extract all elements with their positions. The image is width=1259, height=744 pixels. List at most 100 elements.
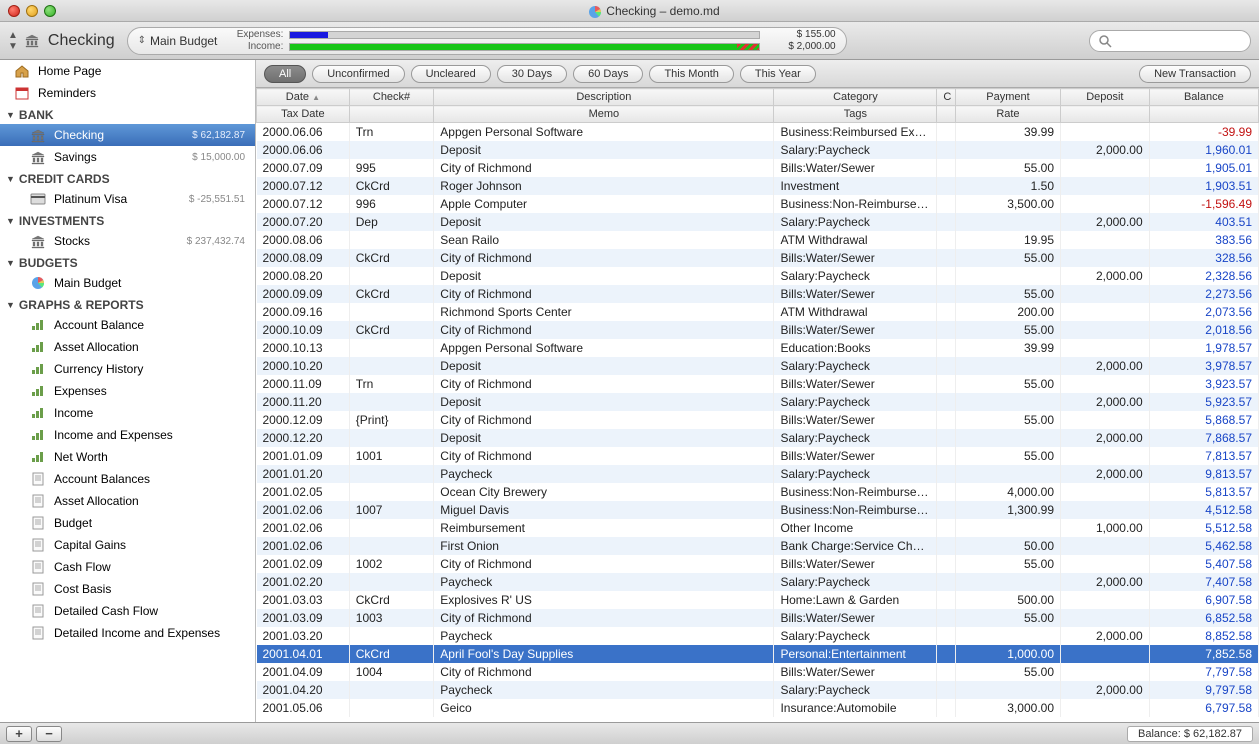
sidebar-item-platinum-visa[interactable]: Platinum Visa$ -25,551.51 [0, 188, 255, 210]
table-row[interactable]: 2000.07.12996Apple ComputerBusiness:Non-… [257, 195, 1259, 213]
sidebar-header-credit-cards[interactable]: ▼CREDIT CARDS [0, 168, 255, 188]
sidebar-item-capital-gains[interactable]: Capital Gains [0, 534, 255, 556]
col-date[interactable]: Date ▲ [257, 89, 350, 106]
sidebar-item-currency-history[interactable]: Currency History [0, 358, 255, 380]
subcol-tax-date[interactable]: Tax Date [257, 106, 350, 123]
sidebar-item-stocks[interactable]: Stocks$ 237,432.74 [0, 230, 255, 252]
col-payment[interactable]: Payment [955, 89, 1060, 106]
subcol-blank[interactable] [349, 106, 434, 123]
sidebar-item-income[interactable]: Income [0, 402, 255, 424]
table-row[interactable]: 2001.05.06GeicoInsurance:Automobile3,000… [257, 699, 1259, 717]
filter-this-year[interactable]: This Year [740, 65, 816, 83]
filter-all[interactable]: All [264, 65, 306, 83]
search-input[interactable] [1117, 35, 1242, 47]
table-row[interactable]: 2001.02.06First OnionBank Charge:Service… [257, 537, 1259, 555]
sidebar-item-savings[interactable]: Savings$ 15,000.00 [0, 146, 255, 168]
sidebar-item-reminders[interactable]: Reminders [0, 82, 255, 104]
sidebar-item-main-budget[interactable]: Main Budget [0, 272, 255, 294]
table-row[interactable]: 2001.03.03CkCrdExplosives R' USHome:Lawn… [257, 591, 1259, 609]
subcol-blank[interactable] [937, 106, 956, 123]
table-row[interactable]: 2000.09.09CkCrdCity of RichmondBills:Wat… [257, 285, 1259, 303]
col-check-[interactable]: Check# [349, 89, 434, 106]
zoom-button[interactable] [44, 5, 56, 17]
table-row[interactable]: 2000.10.09CkCrdCity of RichmondBills:Wat… [257, 321, 1259, 339]
table-row[interactable]: 2000.10.20DepositSalary:Paycheck2,000.00… [257, 357, 1259, 375]
sidebar-item-label: Income and Expenses [54, 428, 173, 442]
table-row[interactable]: 2001.02.06ReimbursementOther Income1,000… [257, 519, 1259, 537]
sidebar-header-budgets[interactable]: ▼BUDGETS [0, 252, 255, 272]
sidebar-item-detailed-cash-flow[interactable]: Detailed Cash Flow [0, 600, 255, 622]
table-row[interactable]: 2000.12.20DepositSalary:Paycheck2,000.00… [257, 429, 1259, 447]
search-field[interactable] [1089, 30, 1251, 52]
table-row[interactable]: 2000.08.20DepositSalary:Paycheck2,000.00… [257, 267, 1259, 285]
filter-60-days[interactable]: 60 Days [573, 65, 643, 83]
sidebar-header-graphs-reports[interactable]: ▼GRAPHS & REPORTS [0, 294, 255, 314]
table-row[interactable]: 2000.09.16Richmond Sports CenterATM With… [257, 303, 1259, 321]
sidebar-item-detailed-income-and-expenses[interactable]: Detailed Income and Expenses [0, 622, 255, 644]
subcol-memo[interactable]: Memo [434, 106, 774, 123]
filter-30-days[interactable]: 30 Days [497, 65, 567, 83]
table-row[interactable]: 2000.11.20DepositSalary:Paycheck2,000.00… [257, 393, 1259, 411]
sidebar-item-home-page[interactable]: Home Page [0, 60, 255, 82]
account-selector[interactable]: ▲▼ Checking [8, 30, 115, 52]
subcol-tags[interactable]: Tags [774, 106, 937, 123]
subcol-blank[interactable] [1061, 106, 1150, 123]
col-deposit[interactable]: Deposit [1061, 89, 1150, 106]
table-row[interactable]: 2000.08.06Sean RailoATM Withdrawal19.953… [257, 231, 1259, 249]
sidebar-item-expenses[interactable]: Expenses [0, 380, 255, 402]
cell: Trn [349, 375, 434, 393]
table-row[interactable]: 2001.02.061007Miguel DavisBusiness:Non-R… [257, 501, 1259, 519]
sidebar-item-budget[interactable]: Budget [0, 512, 255, 534]
sidebar-item-account-balances[interactable]: Account Balances [0, 468, 255, 490]
sidebar-item-cash-flow[interactable]: Cash Flow [0, 556, 255, 578]
filter-unconfirmed[interactable]: Unconfirmed [312, 65, 404, 83]
cell [1061, 699, 1150, 717]
table-row[interactable]: 2000.11.09TrnCity of RichmondBills:Water… [257, 375, 1259, 393]
sidebar-item-income-and-expenses[interactable]: Income and Expenses [0, 424, 255, 446]
sidebar-header-investments[interactable]: ▼INVESTMENTS [0, 210, 255, 230]
new-transaction-button[interactable]: New Transaction [1139, 65, 1251, 83]
table-row[interactable]: 2000.07.12CkCrdRoger JohnsonInvestment1.… [257, 177, 1259, 195]
remove-button[interactable]: − [36, 726, 62, 742]
table-row[interactable]: 2001.02.05Ocean City BreweryBusiness:Non… [257, 483, 1259, 501]
sidebar-item-net-worth[interactable]: Net Worth [0, 446, 255, 468]
col-balance[interactable]: Balance [1149, 89, 1258, 106]
table-row[interactable]: 2001.02.091002City of RichmondBills:Wate… [257, 555, 1259, 573]
table-row[interactable]: 2001.01.091001City of RichmondBills:Wate… [257, 447, 1259, 465]
table-row[interactable]: 2001.02.20PaycheckSalary:Paycheck2,000.0… [257, 573, 1259, 591]
table-row[interactable]: 2001.04.091004City of RichmondBills:Wate… [257, 663, 1259, 681]
table-row[interactable]: 2001.01.20PaycheckSalary:Paycheck2,000.0… [257, 465, 1259, 483]
col-category[interactable]: Category [774, 89, 937, 106]
table-row[interactable]: 2000.07.09995City of RichmondBills:Water… [257, 159, 1259, 177]
table-row[interactable]: 2000.07.20DepDepositSalary:Paycheck2,000… [257, 213, 1259, 231]
table-row[interactable]: 2000.10.13Appgen Personal SoftwareEducat… [257, 339, 1259, 357]
sidebar-item-asset-allocation[interactable]: Asset Allocation [0, 490, 255, 512]
sidebar-header-bank[interactable]: ▼BANK [0, 104, 255, 124]
col-c[interactable]: C [937, 89, 956, 106]
table-row[interactable]: 2001.04.01CkCrdApril Fool's Day Supplies… [257, 645, 1259, 663]
sidebar-item-account-balance[interactable]: Account Balance [0, 314, 255, 336]
table-row[interactable]: 2000.06.06DepositSalary:Paycheck2,000.00… [257, 141, 1259, 159]
table-row[interactable]: 2001.03.20PaycheckSalary:Paycheck2,000.0… [257, 627, 1259, 645]
add-button[interactable]: + [6, 726, 32, 742]
sidebar-item-cost-basis[interactable]: Cost Basis [0, 578, 255, 600]
table-row[interactable]: 2001.04.20PaycheckSalary:Paycheck2,000.0… [257, 681, 1259, 699]
sidebar-item-asset-allocation[interactable]: Asset Allocation [0, 336, 255, 358]
minimize-button[interactable] [26, 5, 38, 17]
transaction-table-wrap[interactable]: Date ▲Check#DescriptionCategoryCPaymentD… [256, 88, 1259, 722]
filter-uncleared[interactable]: Uncleared [411, 65, 491, 83]
sidebar-item-checking[interactable]: Checking$ 62,182.87 [0, 124, 255, 146]
filter-this-month[interactable]: This Month [649, 65, 733, 83]
table-row[interactable]: 2000.12.09{Print}City of RichmondBills:W… [257, 411, 1259, 429]
cell: 2001.01.20 [257, 465, 350, 483]
table-row[interactable]: 2000.06.06TrnAppgen Personal SoftwareBus… [257, 123, 1259, 141]
table-row[interactable]: 2000.08.09CkCrdCity of RichmondBills:Wat… [257, 249, 1259, 267]
col-description[interactable]: Description [434, 89, 774, 106]
close-button[interactable] [8, 5, 20, 17]
table-row[interactable]: 2001.03.091003City of RichmondBills:Wate… [257, 609, 1259, 627]
budget-summary[interactable]: ⇕Main Budget Expenses: $ 155.00 Income: … [127, 27, 847, 55]
subcol-blank[interactable] [1149, 106, 1258, 123]
subcol-rate[interactable]: Rate [955, 106, 1060, 123]
cell: CkCrd [349, 177, 434, 195]
cell: Paycheck [434, 627, 774, 645]
